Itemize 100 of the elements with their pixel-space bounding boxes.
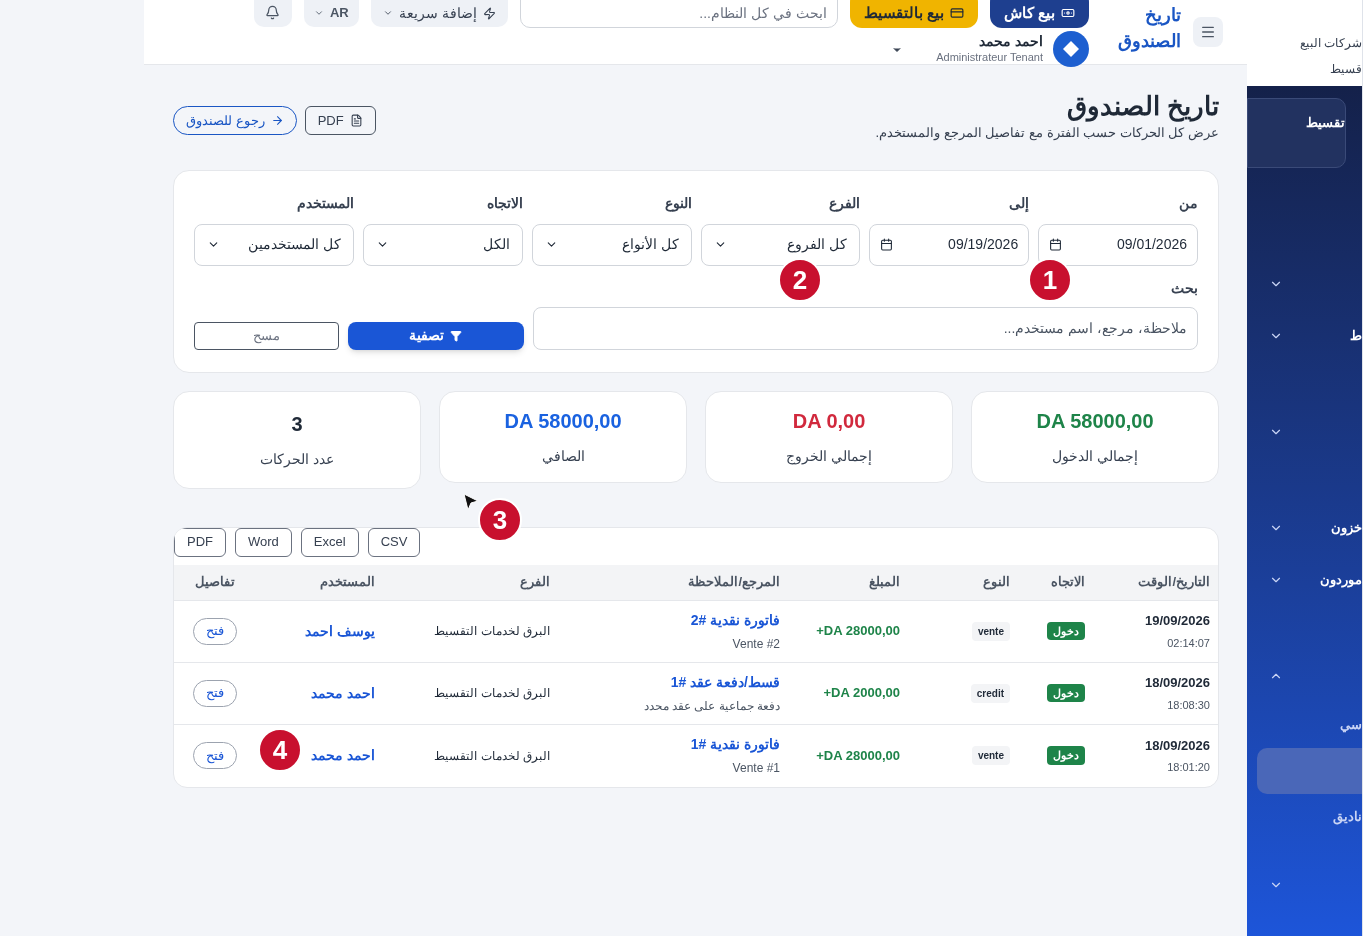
date-cell-text: 19/09/2026 <box>1144 612 1210 630</box>
type-badge: vente <box>971 621 1010 641</box>
user-name: احمد محمد <box>978 32 1043 49</box>
column-header: تفاصيل <box>195 573 235 592</box>
column-header: النوع <box>983 573 1010 592</box>
branch-cell-text: البرق لخدمات التقسيط <box>434 685 550 702</box>
field-label: إلى <box>1008 193 1030 214</box>
filter-icon[interactable] <box>450 329 463 342</box>
column-header: الاتجاه <box>1051 573 1085 592</box>
time-cell-text: 18:08:30 <box>1167 697 1210 713</box>
bolt-icon[interactable] <box>482 6 496 20</box>
column-header: المبلغ <box>869 573 900 592</box>
time-cell-text: 18:01:20 <box>1167 760 1210 775</box>
reference-link[interactable]: فاتورة نقدية #1 <box>690 734 780 755</box>
field-label: الاتجاه <box>485 193 523 213</box>
page-subtitle: عرض كل الحركات حسب الفترة مع تفاصيل المرجع والمستخدم. <box>875 124 1219 143</box>
stat-label: عدد الحركات <box>260 450 334 470</box>
app-title: تاريخ الصندوق <box>1117 4 1181 54</box>
sidebar-item[interactable]: خزون <box>1331 518 1362 538</box>
date-cell-text: 18/09/2026 <box>1144 674 1210 692</box>
pdf-button[interactable]: PDF <box>304 106 376 135</box>
select-value: كل المستخدمين <box>247 235 341 255</box>
sidebar-link[interactable]: شركات البيع <box>1299 34 1362 52</box>
column-header: المستخدم <box>320 573 375 592</box>
reference-note: دفعة جماعية على عقد محدد <box>643 697 780 715</box>
menu-button[interactable] <box>1193 17 1223 47</box>
date-value: 09/19/2026 <box>948 235 1019 254</box>
stat-value: DA 58000,00 <box>1036 409 1154 434</box>
step-marker: 3 <box>478 498 522 542</box>
stat-label: إجمالي الخروج <box>786 447 872 467</box>
global-search-field[interactable]: ابحث في كل النظام... <box>519 0 838 28</box>
stat-value: 3 <box>291 412 303 437</box>
date-value: 09/01/2026 <box>1116 235 1187 254</box>
field-label: النوع <box>663 193 692 214</box>
time-cell-text: 02:14:07 <box>1167 635 1210 651</box>
select-value: كل الأنواع <box>621 235 679 255</box>
search-field[interactable]: ملاحظة، مرجع، اسم مستخدم... <box>532 306 1198 350</box>
type-badge: credit <box>970 683 1010 703</box>
installment-sale-button[interactable]: بيع بالتقسيط <box>849 0 978 28</box>
select-field[interactable]: كل الأنواع <box>531 223 692 266</box>
reference-link[interactable]: قسط/دفعة عقد #1 <box>670 671 780 693</box>
column-header: المرجع/الملاحظة <box>688 573 780 592</box>
menu-icon[interactable] <box>1200 24 1216 40</box>
quick-add-button[interactable]: إضافة سريعة <box>370 0 508 27</box>
document-icon[interactable] <box>349 114 363 127</box>
sidebar-item[interactable]: موردون <box>1320 570 1362 590</box>
sidebar-subitem[interactable]: ناديق <box>1257 794 1362 840</box>
notifications-button[interactable] <box>254 0 292 27</box>
stat-value: DA 58000,00 <box>504 409 622 434</box>
sidebar-link[interactable]: قسيط <box>1330 60 1362 78</box>
select-value: كل الفروع <box>787 235 848 255</box>
branch-cell-text: البرق لخدمات التقسيط <box>434 747 550 765</box>
direction-badge: دخول <box>1047 683 1085 703</box>
reference-note: Vente #1 <box>732 760 780 777</box>
cash-sale-button[interactable]: بيع كاش <box>989 0 1089 28</box>
reference-note: Vente #2 <box>732 635 780 653</box>
column-header: التاريخ/الوقت <box>1138 573 1210 592</box>
user-link[interactable]: احمد محمد <box>311 682 375 704</box>
stat-label: الصافي <box>541 447 585 466</box>
user-role: Administrateur Tenant <box>935 49 1043 65</box>
export-button[interactable]: Excel <box>300 527 359 557</box>
stat-value: DA 0,00 <box>792 409 866 434</box>
select-field[interactable]: الكل <box>362 223 523 266</box>
select-value: الكل <box>482 235 510 254</box>
sidebar-card[interactable]: تقسيط <box>1247 98 1346 168</box>
export-button[interactable]: CSV <box>367 527 421 557</box>
filter-button[interactable]: تصفية <box>347 321 524 350</box>
bell-icon[interactable] <box>265 4 281 20</box>
reference-link[interactable]: فاتورة نقدية #2 <box>690 609 780 631</box>
amount-cell-text: +DA 28000,00 <box>816 622 900 641</box>
type-badge: vente <box>971 746 1010 765</box>
card-icon[interactable] <box>949 6 964 20</box>
language-button[interactable]: AR <box>304 0 359 27</box>
sidebar-subitem[interactable]: سي <box>1257 702 1362 748</box>
page-title: تاريخ الصندوق <box>1065 90 1219 123</box>
select-field[interactable]: كل المستخدمين <box>194 223 354 266</box>
field-label: الفرع <box>828 193 861 214</box>
cash-icon[interactable] <box>1061 6 1075 20</box>
field-label: من <box>1178 193 1198 214</box>
cursor-icon <box>462 492 480 512</box>
direction-badge: دخول <box>1047 621 1085 641</box>
user-link[interactable]: يوسف احمد <box>305 620 375 642</box>
amount-cell-text: +DA 28000,00 <box>816 746 900 765</box>
sidebar-item[interactable]: ط <box>1350 326 1362 346</box>
amount-cell-text: +DA 2000,00 <box>823 684 900 703</box>
stat-label: إجمالي الدخول <box>1052 447 1138 467</box>
export-button[interactable]: Word <box>235 527 292 557</box>
calendar-icon[interactable] <box>880 238 894 251</box>
arrow-icon[interactable] <box>270 114 284 127</box>
clear-button[interactable]: مسح <box>194 321 339 350</box>
date-cell-text: 18/09/2026 <box>1144 736 1210 755</box>
date-field[interactable]: 09/19/2026 <box>869 223 1030 266</box>
column-header: الفرع <box>520 573 550 592</box>
field-label: بحث <box>1171 278 1198 298</box>
branch-cell-text: البرق لخدمات التقسيط <box>434 623 550 640</box>
user-link[interactable]: احمد محمد <box>311 745 375 766</box>
avatar-icon[interactable] <box>1053 31 1089 67</box>
direction-badge: دخول <box>1047 746 1085 765</box>
calendar-icon[interactable] <box>1049 238 1063 251</box>
export-button[interactable]: PDF <box>174 527 226 557</box>
